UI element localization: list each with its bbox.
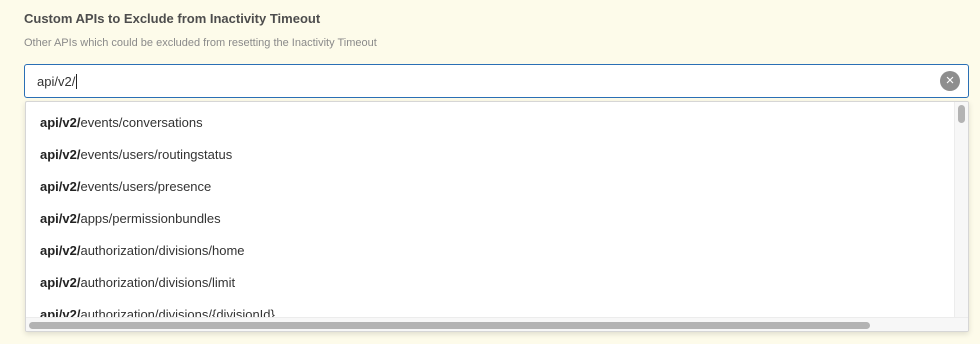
inactivity-exclusion-section: Custom APIs to Exclude from Inactivity T… bbox=[0, 0, 980, 344]
horizontal-scrollbar-thumb[interactable] bbox=[29, 322, 870, 329]
suggestion-item[interactable]: api/v2/events/users/presence bbox=[26, 171, 954, 203]
suggestion-item[interactable]: api/v2/authorization/divisions/home bbox=[26, 235, 954, 267]
suggestion-item[interactable]: api/v2/authorization/divisions/limit bbox=[26, 267, 954, 299]
suggestion-item[interactable]: api/v2/authorization/divisions/{division… bbox=[26, 299, 954, 318]
suggestion-item[interactable]: api/v2/apps/permissionbundles bbox=[26, 203, 954, 235]
clear-circle-icon[interactable]: × bbox=[940, 71, 960, 91]
suggestions-list: api/v2/events/conversations api/v2/event… bbox=[26, 102, 954, 318]
input-value[interactable]: api/v2/ bbox=[37, 74, 78, 89]
suggestion-item[interactable]: api/v2/events/users/routingstatus bbox=[26, 139, 954, 171]
horizontal-scrollbar[interactable] bbox=[26, 317, 968, 331]
field-title: Custom APIs to Exclude from Inactivity T… bbox=[24, 11, 321, 26]
text-caret bbox=[76, 74, 78, 89]
api-search-input[interactable]: api/v2/ × bbox=[24, 64, 969, 98]
suggestions-dropdown: api/v2/events/conversations api/v2/event… bbox=[25, 101, 969, 332]
field-description: Other APIs which could be excluded from … bbox=[24, 37, 377, 49]
suggestion-item[interactable]: api/v2/events/conversations bbox=[26, 107, 954, 139]
vertical-scrollbar[interactable] bbox=[954, 102, 968, 318]
vertical-scrollbar-thumb[interactable] bbox=[958, 105, 965, 123]
